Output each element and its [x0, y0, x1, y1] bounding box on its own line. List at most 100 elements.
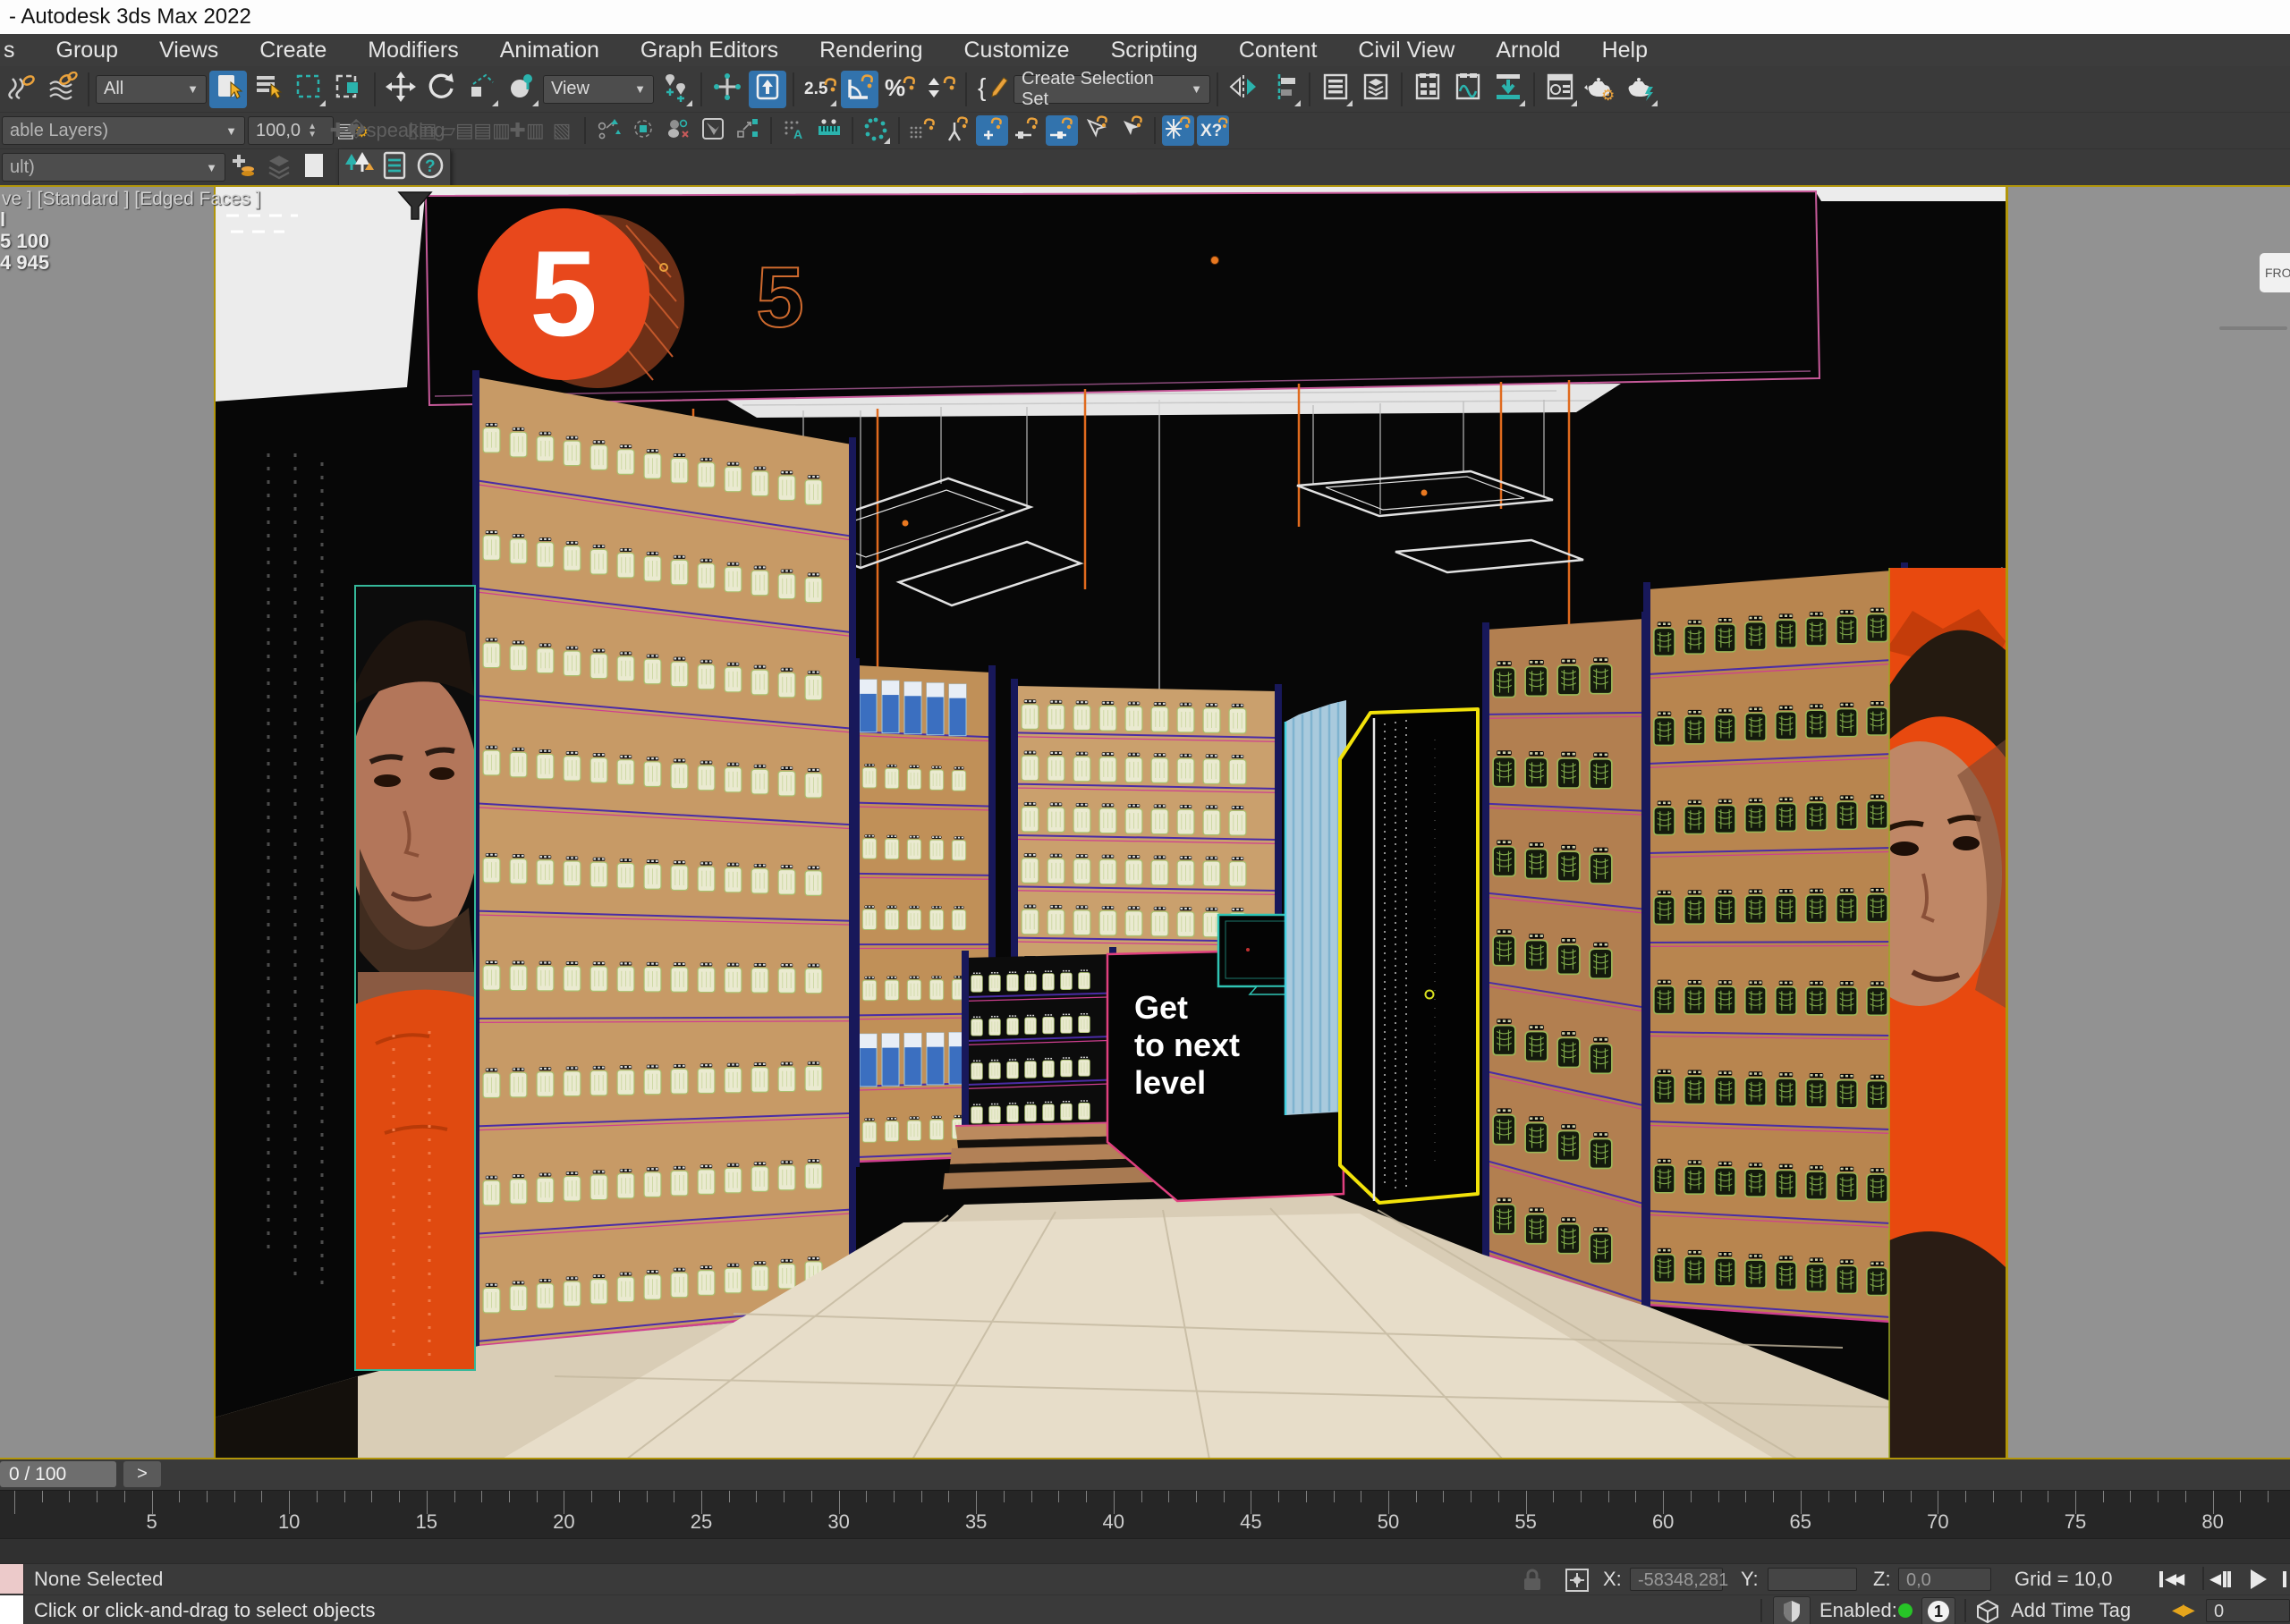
curve-editor-button[interactable] [1409, 71, 1446, 108]
help-mini-button[interactable]: ? [414, 152, 446, 182]
menu-scripting[interactable]: Scripting [1090, 34, 1218, 66]
select-in-layer-button[interactable]: ▤▥ [476, 115, 508, 146]
window-crossing-button[interactable] [330, 71, 368, 108]
material-editor-button[interactable] [1489, 71, 1527, 108]
select-and-place-button[interactable] [503, 71, 540, 108]
select-and-move-button[interactable] [382, 71, 420, 108]
menu-help[interactable]: Help [1582, 34, 1668, 66]
vegetation-tool-button[interactable] [343, 152, 375, 182]
percent-snap-toggle-button[interactable]: % [881, 71, 919, 108]
x-coordinate-field[interactable]: -58348,281 [1630, 1568, 1723, 1591]
snap-slider-hook-button[interactable] [1011, 115, 1043, 146]
schematic-view-button[interactable] [1449, 71, 1487, 108]
y-coordinate-field[interactable] [1768, 1568, 1857, 1591]
time-slider[interactable]: 0 / 100 [0, 1461, 116, 1487]
add-selection-layer-button[interactable]: ✚▥ [511, 115, 543, 146]
dot-circle-button[interactable] [860, 115, 892, 146]
blank-swatch-button[interactable] [298, 152, 330, 182]
xview-button[interactable]: X? [1197, 115, 1229, 146]
select-and-link-button[interactable] [4, 71, 41, 108]
add-to-layer-button[interactable]: ▱▤ [441, 115, 473, 146]
ruler-tool-button[interactable] [813, 115, 845, 146]
select-and-rotate-button[interactable] [422, 71, 460, 108]
active-layer-dropdown[interactable]: able Layers)▼ [2, 116, 245, 145]
previous-frame-button[interactable]: ◀ [2209, 1565, 2233, 1594]
pivot-target-button[interactable] [627, 115, 659, 146]
rendered-frame-window-button[interactable]: ⚙ [1582, 71, 1619, 108]
menu-modifiers[interactable]: Modifiers [347, 34, 479, 66]
menu-rendering[interactable]: Rendering [799, 34, 943, 66]
select-by-name-button[interactable] [250, 71, 287, 108]
toggle-scene-explorer-button[interactable] [1317, 71, 1354, 108]
snap-y-hook-button[interactable] [941, 115, 973, 146]
frame-stepper-arrows[interactable]: ◀▶ [2172, 1601, 2193, 1620]
menu-views[interactable]: Views [139, 34, 239, 66]
blue-slat-panel[interactable] [1285, 700, 1346, 1115]
menu-create[interactable]: Create [239, 34, 347, 66]
selection-lock-icon[interactable] [1521, 1568, 1544, 1597]
viewcube-chip[interactable]: FRO [2260, 253, 2290, 292]
create-layer-button[interactable]: ✚�speaking [371, 115, 403, 146]
selected-cabinet[interactable] [1340, 709, 1478, 1203]
anim-layer-dropdown[interactable]: ult)▼ [2, 153, 225, 182]
mirror-button[interactable] [1225, 71, 1262, 108]
keyboard-shortcut-override-button[interactable] [749, 71, 786, 108]
unlink-selection-button[interactable] [44, 71, 81, 108]
spinner-arrows-icon[interactable]: ▲▼ [308, 123, 317, 139]
reference-coordinate-dropdown[interactable]: View▼ [543, 75, 654, 104]
toggle-layer-explorer-button[interactable] [1357, 71, 1395, 108]
menu-content[interactable]: Content [1218, 34, 1338, 66]
viewport-label[interactable]: ve ] [Standard ] [Edged Faces ] [2, 189, 261, 210]
adaptive-degradation-button[interactable] [1773, 1596, 1811, 1624]
cluster-tool-button[interactable] [662, 115, 694, 146]
render-setup-button[interactable] [1541, 71, 1579, 108]
spinner-snap-toggle-button[interactable] [921, 71, 959, 108]
add-time-tag[interactable]: Add Time Tag [2011, 1595, 2131, 1624]
menu-customize[interactable]: Customize [943, 34, 1090, 66]
named-selection-set-dropdown[interactable]: Create Selection Set▼ [1014, 75, 1210, 104]
delete-layer-button[interactable]: ▯▤ [406, 115, 438, 146]
perspective-viewport-scene[interactable]: 5 5 [0, 185, 2006, 1459]
menu-graph-editors[interactable]: Graph Editors [620, 34, 799, 66]
next-frame-cut-button[interactable] [2281, 1565, 2290, 1594]
anim-layers-stack-button[interactable] [263, 152, 295, 182]
snap-slider2-hook-button[interactable] [1046, 115, 1078, 146]
absolute-mode-icon[interactable] [1564, 1567, 1590, 1598]
angle-snap-toggle-button[interactable] [841, 71, 878, 108]
rectangular-selection-region-button[interactable] [290, 71, 327, 108]
use-pivot-center-button[interactable] [657, 71, 694, 108]
go-to-start-button[interactable]: ◀◀ [2158, 1565, 2181, 1594]
second-viewport[interactable]: FRO [2008, 185, 2290, 1459]
cursor-filled-hook-button[interactable] [1115, 115, 1148, 146]
snap-freeze-button[interactable] [1162, 115, 1194, 146]
menu-animation[interactable]: Animation [479, 34, 620, 66]
layer-weight-spinner[interactable]: 100,0 ▲▼ [248, 116, 334, 145]
select-and-manipulate-button[interactable] [708, 71, 746, 108]
selection-filter-dropdown[interactable]: All▼ [96, 75, 207, 104]
layer-props-button[interactable]: ▧ [546, 115, 578, 146]
edit-named-selection-sets-button[interactable]: { [973, 71, 1011, 108]
snaps-toggle-button[interactable]: 2.5 [801, 71, 838, 108]
align-button[interactable] [1265, 71, 1302, 108]
paint-deform-button[interactable] [697, 115, 729, 146]
grow-selection-button[interactable] [732, 115, 764, 146]
select-object-button[interactable] [209, 71, 247, 108]
next-frame-button[interactable]: > [123, 1461, 161, 1487]
current-frame-field[interactable]: 0 [2206, 1599, 2290, 1622]
menu-civil-view[interactable]: Civil View [1337, 34, 1475, 66]
viewport-area[interactable]: 5 5 [0, 185, 2290, 1459]
menu-arnold[interactable]: Arnold [1475, 34, 1581, 66]
select-and-scale-button[interactable] [462, 71, 500, 108]
add-anim-layer-button[interactable] [228, 152, 260, 182]
z-coordinate-field[interactable]: 0,0 [1898, 1568, 1991, 1591]
notes-doc-button[interactable] [378, 152, 411, 182]
snap-plus-hook-button[interactable] [976, 115, 1008, 146]
snap-dots-button[interactable] [592, 115, 624, 146]
cursor-outline-hook-button[interactable] [1081, 115, 1113, 146]
track-bar-ruler[interactable]: 5101520253035404550556065707580 [0, 1490, 2290, 1539]
menu-group[interactable]: Group [36, 34, 139, 66]
snap-grid-hook-button[interactable] [906, 115, 938, 146]
play-button[interactable] [2251, 1565, 2267, 1594]
dot-grid-a-button[interactable]: A [778, 115, 810, 146]
degradation-level-button[interactable]: 1 [1921, 1597, 1955, 1624]
